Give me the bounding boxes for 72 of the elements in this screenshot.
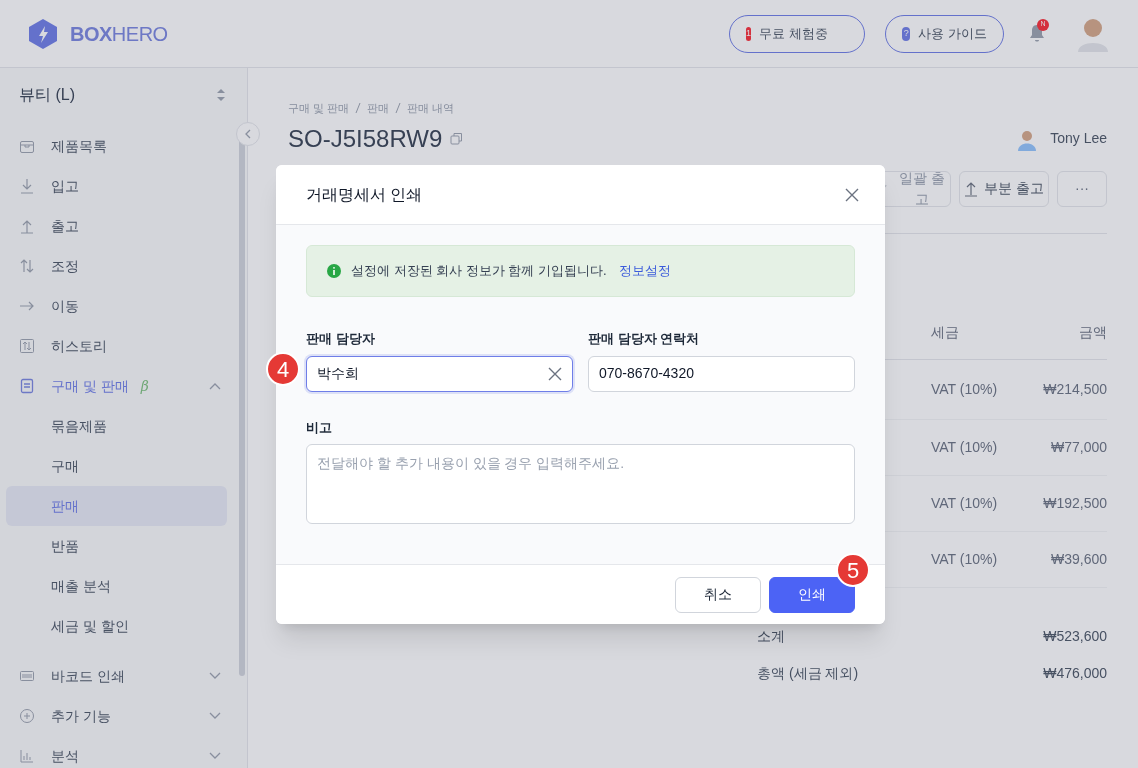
table-cell-text: VAT (10%) [931,549,999,569]
chart-icon [19,748,35,764]
history-icon [19,338,35,354]
sidebar-item[interactable]: 조정 [6,246,227,286]
barcode-icon [19,668,35,684]
memo-field[interactable]: 전달해야 할 추가 내용이 있을 경우 입력해주세요. [306,444,855,524]
table-cell-text: ₩77,000 [1049,437,1107,457]
settings-link[interactable]: 정보설정 [618,261,671,281]
column-header: 세금 [931,322,960,342]
sidebar-subitem[interactable]: 매출 분석 [6,566,227,606]
slash-icon [395,103,402,114]
copy-icon[interactable] [450,132,464,145]
sidebar-subitem[interactable]: 묶음제품 [6,406,227,446]
table-cell-text: VAT (10%) [931,493,999,513]
sidebar-subitem[interactable]: 반품 [6,526,227,566]
table-cell-text: ₩192,500 [1042,493,1107,513]
chevron-up-icon [209,382,221,390]
table-cell-text: ₩39,600 [1049,549,1107,569]
table-cell-text: VAT (10%) [931,437,999,457]
scrollbar[interactable] [239,140,245,676]
upload-icon [964,180,979,197]
field-label: 비고 [306,418,333,437]
column-header: 금액 [1078,322,1107,342]
sidebar-subitem[interactable]: 세금 및 할인 [6,606,227,646]
cancel-button[interactable]: 취소 [675,576,761,613]
logo-icon[interactable] [28,17,58,50]
workspace-name[interactable]: 뷰티 (L) [19,83,75,107]
sort-arrows-icon[interactable] [217,89,225,101]
sidebar-item[interactable]: 출고 [6,206,227,246]
page-title: SO-J5I58RW9 [288,123,443,154]
download-icon [19,178,35,194]
sidebar-item[interactable]: 이동 [6,286,227,326]
beta-label: β [140,376,149,396]
total-value: ₩523,600 [1043,626,1107,646]
input-field[interactable]: 박수희 [306,355,573,392]
upload-icon [19,218,35,234]
bell-icon [1028,22,1046,43]
sidebar-item[interactable]: 바코드 인쇄 [6,656,227,696]
chevron-down-icon [209,752,221,760]
slash-icon [355,103,362,114]
more-button[interactable]: ··· [1057,170,1107,207]
field-label: 판매 담당자 연락처 [588,330,701,348]
info-text: 설정에 저장된 회사 정보가 함께 기입됩니다. [351,262,607,281]
total-label: 총액 (세금 제외) [757,663,859,683]
input-field[interactable]: 070-8670-4320 [588,355,855,392]
swap-icon [19,258,35,274]
collapse-button[interactable] [236,122,260,146]
sidebar-item[interactable]: 구매 및 판매 β [6,366,227,406]
owner-name: Tony Lee [1050,129,1107,148]
chevron-left-icon [244,129,252,139]
total-value: ₩476,000 [1043,663,1107,683]
modal-title: 거래명세서 인쇄 [306,184,423,205]
chevron-down-icon [209,672,221,680]
action-button[interactable]: 부분 출고 [959,170,1049,207]
close-icon[interactable] [845,187,859,202]
box-icon [19,138,35,154]
sidebar-item[interactable]: 추가 기능 [6,696,227,736]
total-label: 소계 [757,626,785,646]
info-icon [327,264,341,278]
step-marker: 4 [266,352,300,386]
sidebar-item[interactable]: 입고 [6,166,227,206]
document-icon [19,378,35,394]
sidebar-subitem[interactable]: 구매 [6,446,227,486]
sidebar-item[interactable]: 히스토리 [6,326,227,366]
sidebar-item[interactable]: 제품목록 [6,126,227,166]
table-cell-text: ₩214,500 [1042,379,1107,399]
sidebar-item[interactable]: 분석 [6,736,227,768]
clear-icon[interactable] [548,366,562,381]
table-cell-text: VAT (10%) [931,379,999,399]
field-label: 판매 담당자 [306,330,376,348]
plus-circle-icon [19,708,35,724]
chevron-down-icon [209,712,221,720]
